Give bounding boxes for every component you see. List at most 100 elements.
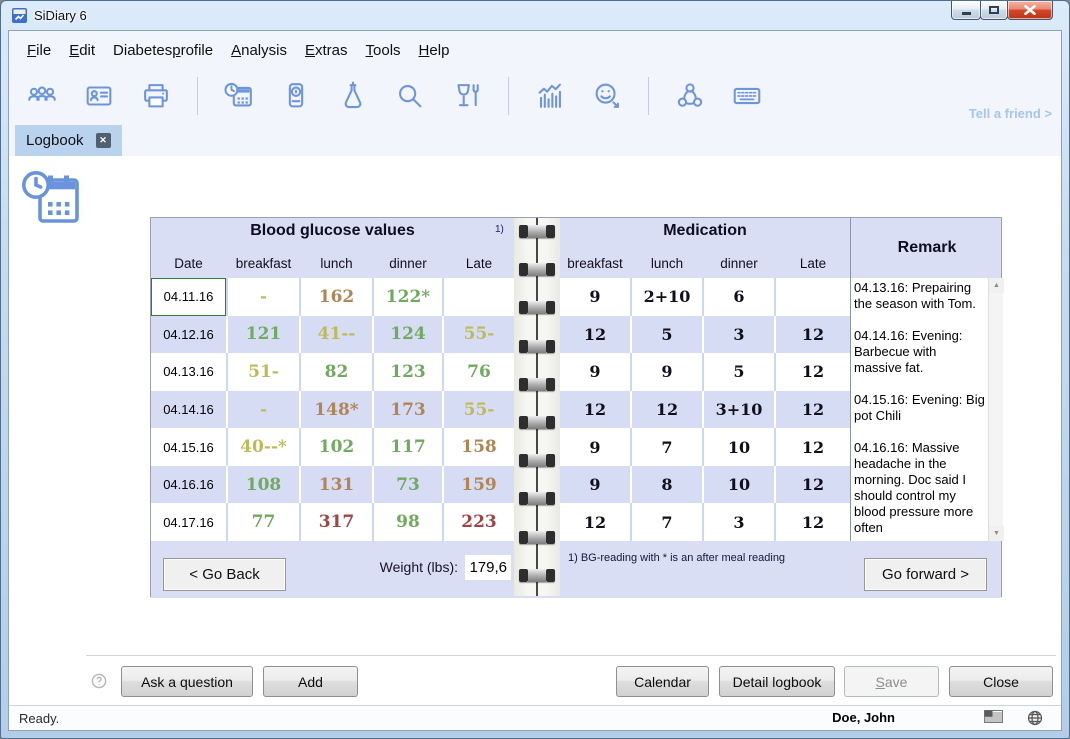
menu-item-tools[interactable]: Tools (357, 42, 410, 59)
us-flag-icon[interactable] (984, 710, 1003, 723)
med-value-cell[interactable]: 12 (776, 353, 850, 391)
med-value-cell[interactable]: 3 (704, 503, 776, 541)
detail-logbook-button[interactable]: Detail logbook (719, 666, 835, 697)
minimize-button[interactable] (951, 1, 981, 20)
calendar-clock-icon[interactable] (221, 78, 257, 114)
bg-value-cell[interactable]: 41-- (301, 316, 374, 354)
remark-text[interactable]: 04.13.16: Prepairing the season with Tom… (854, 280, 987, 541)
users-icon[interactable] (24, 78, 60, 114)
med-value-cell[interactable]: 9 (560, 278, 632, 316)
med-value-cell[interactable]: 7 (632, 503, 704, 541)
maximize-button[interactable] (980, 1, 1008, 20)
ask-question-button[interactable]: Ask a question (121, 666, 253, 697)
med-value-cell[interactable]: 12 (632, 391, 704, 429)
menu-item-edit[interactable]: Edit (60, 42, 104, 59)
bg-value-cell[interactable]: 76 (444, 353, 514, 391)
bg-value-cell[interactable]: 148* (301, 391, 374, 429)
med-value-cell[interactable]: 12 (560, 503, 632, 541)
nutrition-icon[interactable] (449, 78, 485, 114)
med-value-cell[interactable]: 10 (704, 428, 776, 466)
med-value-cell[interactable]: 12 (560, 391, 632, 429)
bg-value-cell[interactable]: 158 (444, 428, 514, 466)
glucose-meter-icon[interactable] (278, 78, 314, 114)
menu-item-file[interactable]: File (18, 42, 60, 59)
bg-value-cell[interactable]: 51- (228, 353, 301, 391)
bg-value-cell[interactable]: 124 (374, 316, 444, 354)
date-cell[interactable]: 04.13.16 (151, 353, 228, 391)
med-value-cell[interactable]: 12 (776, 391, 850, 429)
med-value-cell[interactable]: 12 (560, 316, 632, 354)
printer-icon[interactable] (138, 78, 174, 114)
bg-value-cell[interactable]: 173 (374, 391, 444, 429)
med-value-cell[interactable] (776, 278, 850, 316)
bg-value-cell[interactable]: 40--* (228, 428, 301, 466)
menu-item-help[interactable]: Help (410, 42, 459, 59)
med-value-cell[interactable]: 2+10 (632, 278, 704, 316)
bg-value-cell[interactable]: 55- (444, 391, 514, 429)
keyboard-icon[interactable] (729, 78, 765, 114)
bg-value-cell[interactable]: 77 (228, 503, 301, 541)
weight-input[interactable] (465, 555, 511, 580)
med-value-cell[interactable]: 5 (704, 353, 776, 391)
bg-value-cell[interactable]: - (228, 391, 301, 429)
bg-value-cell[interactable]: 108 (228, 466, 301, 504)
calendar-button[interactable]: Calendar (616, 666, 709, 697)
med-value-cell[interactable]: 3 (704, 316, 776, 354)
bg-value-cell[interactable]: - (228, 278, 301, 316)
remark-scrollbar[interactable]: ▲ ▼ (988, 278, 1003, 541)
bg-value-cell[interactable]: 98 (374, 503, 444, 541)
med-value-cell[interactable]: 12 (776, 428, 850, 466)
date-cell[interactable]: 04.14.16 (151, 391, 228, 429)
share-icon[interactable] (672, 78, 708, 114)
scroll-up-icon[interactable]: ▲ (989, 278, 1004, 293)
date-cell[interactable]: 04.12.16 (151, 316, 228, 354)
go-forward-button[interactable]: Go forward > (864, 558, 987, 591)
bg-value-cell[interactable]: 73 (374, 466, 444, 504)
med-value-cell[interactable]: 9 (560, 353, 632, 391)
profile-card-icon[interactable] (81, 78, 117, 114)
bg-value-cell[interactable]: 223 (444, 503, 514, 541)
med-value-cell[interactable]: 9 (560, 466, 632, 504)
med-value-cell[interactable]: 7 (632, 428, 704, 466)
med-value-cell[interactable]: 12 (776, 466, 850, 504)
menu-item-extras[interactable]: Extras (296, 42, 357, 59)
med-value-cell[interactable]: 3+10 (704, 391, 776, 429)
date-cell[interactable]: 04.16.16 (151, 466, 228, 504)
med-value-cell[interactable]: 8 (632, 466, 704, 504)
statistics-icon[interactable] (532, 78, 568, 114)
date-cell[interactable]: 04.15.16 (151, 428, 228, 466)
bg-value-cell[interactable]: 131 (301, 466, 374, 504)
bg-value-cell[interactable]: 82 (301, 353, 374, 391)
bg-value-cell[interactable]: 122* (374, 278, 444, 316)
med-value-cell[interactable]: 5 (632, 316, 704, 354)
search-icon[interactable] (392, 78, 428, 114)
med-value-cell[interactable]: 12 (776, 316, 850, 354)
med-value-cell[interactable]: 12 (776, 503, 850, 541)
tab-close-icon[interactable]: ✕ (96, 133, 111, 148)
help-icon[interactable] (91, 673, 107, 689)
bg-value-cell[interactable]: 121 (228, 316, 301, 354)
go-back-button[interactable]: < Go Back (163, 558, 286, 591)
bg-value-cell[interactable]: 102 (301, 428, 374, 466)
close-button[interactable]: Close (949, 666, 1053, 697)
med-value-cell[interactable]: 10 (704, 466, 776, 504)
med-value-cell[interactable]: 6 (704, 278, 776, 316)
bg-value-cell[interactable]: 55- (444, 316, 514, 354)
close-window-button[interactable] (1007, 1, 1053, 20)
lab-flask-icon[interactable] (335, 78, 371, 114)
title-bar[interactable]: SiDiary 6 (1, 1, 1069, 30)
bg-value-cell[interactable] (444, 278, 514, 316)
med-value-cell[interactable]: 9 (632, 353, 704, 391)
date-cell[interactable]: 04.11.16 (151, 278, 228, 316)
globe-icon[interactable] (1027, 710, 1043, 726)
tell-a-friend-link[interactable]: Tell a friend > (969, 106, 1052, 121)
menu-item-analysis[interactable]: Analysis (222, 42, 296, 59)
bg-value-cell[interactable]: 117 (374, 428, 444, 466)
add-button[interactable]: Add (263, 666, 358, 697)
bg-value-cell[interactable]: 159 (444, 466, 514, 504)
med-value-cell[interactable]: 9 (560, 428, 632, 466)
smiley-icon[interactable] (589, 78, 625, 114)
tab-logbook[interactable]: Logbook ✕ (15, 125, 122, 156)
date-cell[interactable]: 04.17.16 (151, 503, 228, 541)
menu-item-diabetesprofile[interactable]: Diabetesprofile (104, 42, 222, 59)
